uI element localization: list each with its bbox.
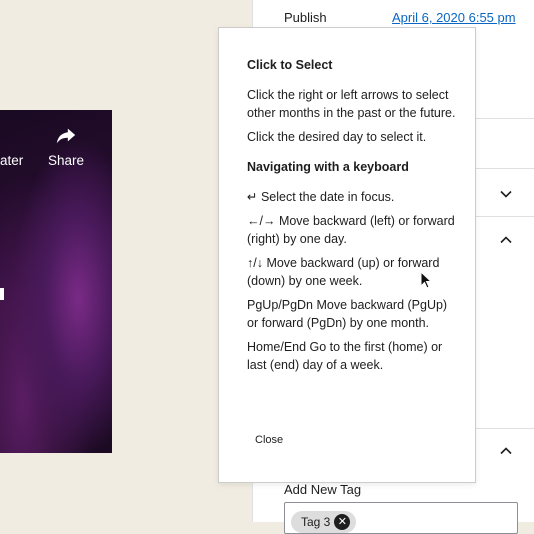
publish-label: Publish — [284, 10, 327, 25]
tag-chip-label: Tag 3 — [301, 515, 331, 529]
add-new-tag-label: Add New Tag — [284, 482, 362, 497]
chevron-down-icon[interactable] — [499, 187, 513, 201]
help-kb-item: Home/End Go to the first (home) or last … — [247, 340, 443, 372]
help-kb-item: ←/→ Move backward (left) or forward (rig… — [247, 214, 455, 246]
chevron-up-icon[interactable] — [499, 233, 513, 247]
chevron-up-icon[interactable] — [499, 444, 513, 458]
help-heading-keyboard: Navigating with a keyboard — [247, 160, 409, 174]
date-picker-help-popover: Click to Select Click the right or left … — [218, 27, 476, 483]
watch-later-label[interactable]: ater — [0, 153, 23, 168]
tag-input[interactable]: Tag 3 ✕ — [284, 502, 518, 534]
help-heading-select: Click to Select — [247, 58, 333, 72]
remove-tag-icon[interactable]: ✕ — [334, 514, 351, 530]
video-overlay-mark — [0, 288, 4, 300]
close-button[interactable]: Close — [255, 434, 283, 446]
publish-date-link[interactable]: April 6, 2020 6:55 pm — [392, 10, 516, 25]
video-embed[interactable]: ater Share — [0, 110, 112, 453]
mouse-cursor-icon — [420, 271, 432, 289]
help-text: Click the desired day to select it. — [247, 130, 427, 144]
help-text: Click the right or left arrows to select… — [247, 88, 456, 120]
share-label[interactable]: Share — [48, 153, 84, 168]
share-icon[interactable] — [55, 124, 77, 146]
help-kb-item: ↵ Select the date in focus. — [247, 190, 395, 204]
help-kb-item: PgUp/PgDn Move backward (PgUp) or forwar… — [247, 298, 448, 330]
tag-chip: Tag 3 ✕ — [291, 511, 357, 533]
